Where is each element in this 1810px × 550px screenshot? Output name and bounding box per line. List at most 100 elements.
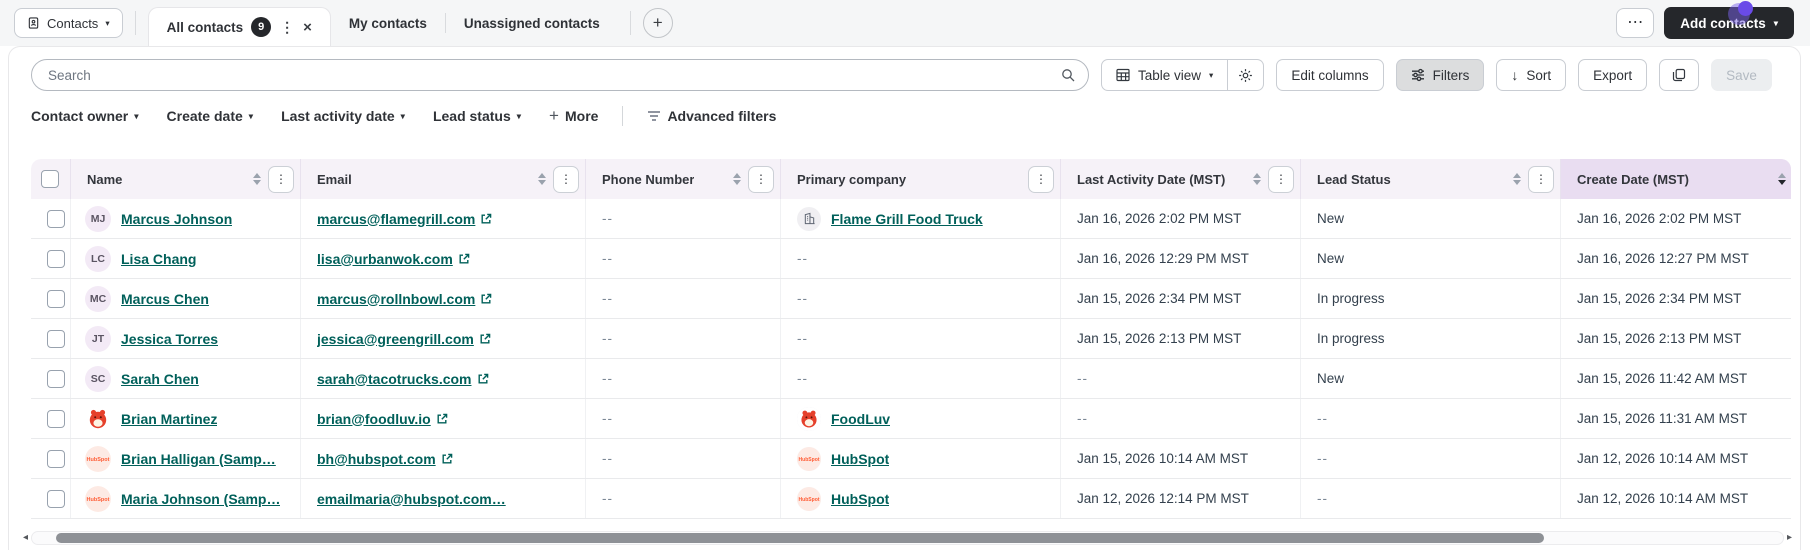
divider: [629, 11, 631, 35]
empty-value: --: [1077, 411, 1088, 426]
add-contacts-button[interactable]: Add contacts ▾: [1664, 7, 1794, 39]
tab-unassigned-contacts[interactable]: Unassigned contacts: [446, 0, 618, 46]
export-button[interactable]: Export: [1578, 59, 1648, 91]
tab-options-icon[interactable]: ⋮: [279, 19, 295, 36]
contact-name-link[interactable]: Maria Johnson (Samp…: [121, 491, 280, 507]
column-menu-button[interactable]: ⋮: [553, 165, 579, 193]
scrollbar-thumb[interactable]: [56, 533, 1545, 543]
contact-email-link[interactable]: jessica@greengrill.com: [317, 331, 491, 347]
company-link[interactable]: HubSpot: [831, 451, 889, 467]
cell-value: New: [1317, 211, 1345, 226]
save-button[interactable]: Save: [1711, 59, 1772, 91]
chevron-down-icon: ▾: [105, 17, 110, 28]
column-header-last-activity-date-mst[interactable]: Last Activity Date (MST) ⋮: [1061, 159, 1301, 199]
company-link[interactable]: HubSpot: [831, 491, 889, 507]
contact-name-link[interactable]: Brian Martinez: [121, 411, 217, 427]
cell-value: Jan 15, 2026 2:13 PM MST: [1577, 331, 1742, 346]
contact-row[interactable]: MJ Marcus Johnson marcus@flamegrill.com -- F…: [31, 199, 1791, 239]
contact-row[interactable]: LC Lisa Chang lisa@urbanwok.com -- -- Jan 16,…: [31, 239, 1791, 279]
sort-icon[interactable]: [733, 173, 741, 185]
contact-row[interactable]: JT Jessica Torres jessica@greengrill.com --…: [31, 319, 1791, 359]
column-menu-button[interactable]: ⋮: [748, 165, 774, 193]
sort-button[interactable]: ↓ Sort: [1496, 59, 1567, 91]
sort-icon[interactable]: [1778, 173, 1786, 185]
last-activity-cell: Jan 15, 2026 10:14 AM MST: [1061, 439, 1301, 478]
contact-row[interactable]: MC Marcus Chen marcus@rollnbowl.com -- -- Jan…: [31, 279, 1791, 319]
column-header-create-date-mst[interactable]: Create Date (MST)⋮: [1561, 159, 1791, 199]
sort-icon[interactable]: [253, 173, 261, 185]
contact-row[interactable]: HubSpot Brian Halligan (Samp… bh@hubspot.c…: [31, 439, 1791, 479]
contact-email-link[interactable]: bh@hubspot.com: [317, 451, 453, 467]
filter-create-date[interactable]: Create date ▾: [167, 108, 254, 124]
sort-icon[interactable]: [1253, 173, 1261, 185]
toolbar: Table view ▾ Edit columns Filters ↓ Sort…: [9, 47, 1800, 91]
row-checkbox[interactable]: [47, 449, 65, 468]
sort-icon[interactable]: [538, 173, 546, 185]
contact-email-link[interactable]: lisa@urbanwok.com: [317, 251, 470, 267]
contact-name-link[interactable]: Marcus Chen: [121, 291, 209, 307]
filters-button[interactable]: Filters: [1395, 59, 1485, 91]
sort-icon[interactable]: [1513, 173, 1521, 185]
empty-value: --: [602, 291, 613, 306]
tab-all-contacts[interactable]: All contacts 9 ⋮ ×: [147, 7, 331, 46]
contact-count-badge: 9: [251, 17, 272, 37]
cell-value: In progress: [1317, 291, 1385, 306]
row-checkbox[interactable]: [47, 489, 65, 508]
tab-my-contacts[interactable]: My contacts: [331, 0, 445, 46]
filter-last-activity-date[interactable]: Last activity date ▾: [281, 108, 405, 124]
contact-email-link[interactable]: emailmaria@hubspot.com…: [317, 491, 506, 507]
column-menu-button[interactable]: ⋮: [1528, 165, 1554, 193]
contact-email-link[interactable]: marcus@rollnbowl.com: [317, 291, 492, 307]
column-menu-button[interactable]: ⋮: [1028, 165, 1054, 193]
column-header-phone-number[interactable]: Phone Number ⋮: [586, 159, 781, 199]
contact-email-link[interactable]: brian@foodluv.io: [317, 411, 448, 427]
column-header-lead-status[interactable]: Lead Status ⋮: [1301, 159, 1561, 199]
add-view-button[interactable]: +: [642, 8, 673, 38]
contact-email-link[interactable]: marcus@flamegrill.com: [317, 211, 492, 227]
contact-name-link[interactable]: Sarah Chen: [121, 371, 199, 387]
scrollbar-track[interactable]: [31, 531, 1784, 545]
clone-view-button[interactable]: [1659, 59, 1700, 91]
contact-name-link[interactable]: Brian Halligan (Samp…: [121, 451, 276, 467]
company-link[interactable]: FoodLuv: [831, 411, 890, 427]
row-checkbox[interactable]: [47, 289, 65, 308]
select-all-checkbox[interactable]: [41, 170, 59, 188]
horizontal-scrollbar[interactable]: ◂ ▸: [23, 530, 1792, 546]
column-menu-button[interactable]: ⋮: [268, 165, 294, 193]
column-header-email[interactable]: Email ⋮: [301, 159, 586, 199]
contact-row[interactable]: Brian Martinez brian@foodluv.io -- FoodLuv -…: [31, 399, 1791, 439]
column-menu-button[interactable]: ⋮: [1268, 165, 1294, 193]
row-checkbox[interactable]: [47, 329, 65, 348]
scroll-left-icon[interactable]: ◂: [23, 533, 28, 543]
column-header-name[interactable]: Name ⋮: [71, 159, 301, 199]
contact-row[interactable]: HubSpot Maria Johnson (Samp… emailmaria@hu…: [31, 479, 1791, 519]
row-checkbox[interactable]: [47, 209, 65, 228]
search-input[interactable]: [31, 59, 1089, 91]
filter-contact-owner[interactable]: Contact owner ▾: [31, 108, 139, 124]
row-checkbox[interactable]: [47, 369, 65, 388]
row-checkbox[interactable]: [47, 409, 65, 428]
contact-avatar: SC: [85, 365, 111, 392]
more-filters-button[interactable]: + More: [549, 107, 598, 124]
scroll-right-icon[interactable]: ▸: [1787, 533, 1792, 543]
search-icon: [1061, 68, 1075, 82]
filter-lead-status[interactable]: Lead status ▾: [433, 108, 521, 124]
contacts-menu-button[interactable]: Contacts ▾: [14, 8, 123, 38]
empty-value: --: [797, 291, 808, 306]
phone-cell: --: [586, 319, 781, 358]
contact-name-link[interactable]: Lisa Chang: [121, 251, 196, 267]
chevron-down-icon: ▾: [516, 110, 522, 121]
contact-name-link[interactable]: Marcus Johnson: [121, 211, 232, 227]
advanced-filters-button[interactable]: Advanced filters: [647, 108, 776, 124]
contact-name-link[interactable]: Jessica Torres: [121, 331, 218, 347]
view-settings-button[interactable]: [1228, 59, 1265, 91]
more-options-button[interactable]: ⋯: [1616, 8, 1655, 38]
company-link[interactable]: Flame Grill Food Truck: [831, 211, 983, 227]
row-checkbox[interactable]: [47, 249, 65, 268]
tab-close-icon[interactable]: ×: [303, 19, 312, 36]
contact-row[interactable]: SC Sarah Chen sarah@tacotrucks.com -- -- -- Ne…: [31, 359, 1791, 399]
edit-columns-button[interactable]: Edit columns: [1276, 59, 1384, 91]
table-view-button[interactable]: Table view ▾: [1101, 59, 1229, 91]
column-header-primary-company[interactable]: Primary company ⋮: [781, 159, 1061, 199]
contact-email-link[interactable]: sarah@tacotrucks.com: [317, 371, 489, 387]
